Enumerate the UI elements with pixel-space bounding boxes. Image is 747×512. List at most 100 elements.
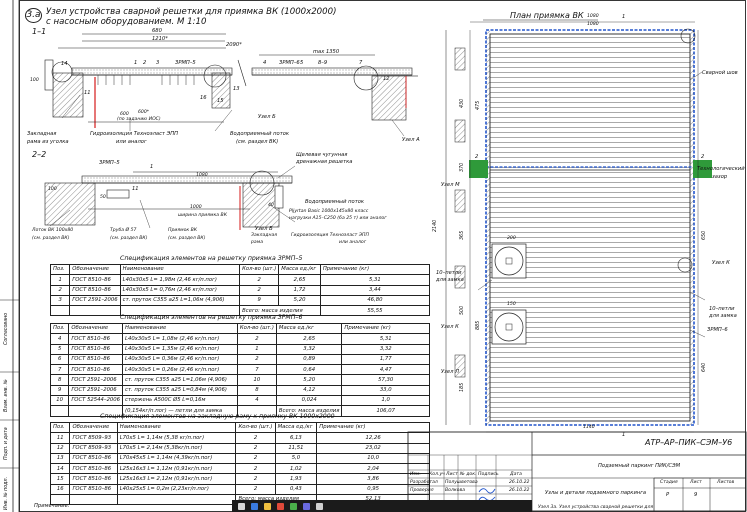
app-icon[interactable] [277,502,284,510]
spec6-r5-c5: 33,0 [341,384,430,397]
plan-mark-1b: 1 [622,432,626,438]
tag-12: 12 [383,76,390,82]
spec-zakl-table: Поз. Обозначение Наименование Кол-во (шт.) М… [49,421,430,506]
node-title: Узел устройства сварной решетки для прия… [46,7,337,17]
zakl-r4-c3: 2 [235,473,276,485]
zakl-r3-c1: ГОСТ 8510–86 [69,463,118,475]
zakl-r0-c0: 11 [49,432,71,444]
label-rama: рама [251,240,264,245]
spec5-total-value: 55,55 [319,305,431,317]
table-row: 2 ГОСТ 8510–86 L40х30х5 L= 0,76м (2,46 кг/… [49,284,431,296]
tb-project: Подземный паркинг ПИК/СЭМ [598,463,681,469]
spec6-r5-c0: 9 [49,384,70,397]
spec6-r2-c4: 0,89 [275,353,343,366]
tag-zrmp5-2: ЗРМП–5 [99,160,120,166]
plan-label-tech1: Технологический [697,166,745,172]
tag-13: 13 [233,86,240,92]
tb-node-title: Узел 3а. Узел устройства сварной решетки… [538,505,654,510]
tb-col-kol: Кол.уч [429,472,445,477]
spec6-r5-c1: ГОСТ 2591–2006 [68,384,124,397]
spec6-r6-c2: стержень А500С Ø5 L=0,16м [122,395,238,407]
zakl-r0-c1: ГОСТ 8509–93 [69,432,118,444]
plan-label-svarn: Сварной шов [702,70,738,76]
zakl-r2-c3: 2 [235,452,276,465]
node-mark: 3.a [25,8,42,23]
spec-zakl-title: Спецификация элементов на закладную раму… [100,413,335,420]
zakl-r3-c2: L25х16х3 L= 1,12м (0,91кг/п.пог) [116,463,237,475]
dim-100-a: 100 [30,78,39,83]
settings-icon[interactable] [316,502,323,510]
table-row: 3 ГОСТ 2591–2006 ст. пруток С355 а25 L=1,0… [49,294,431,307]
tb-stadiya-v: Р [666,492,670,498]
spec6-r0-c5: 5,31 [341,333,430,345]
zakl-r2-c2: L70х45х5 L= 1,14м (4,39кг/п.пог) [116,452,237,465]
label-po-zadaniyu: (по заданию ИОС) [117,117,161,122]
tb-listov-h: Листов [717,480,735,485]
spec6-r6-c5: 1,0 [341,395,430,407]
spec5-r1-c4: 1,72 [278,284,321,296]
start-icon[interactable] [238,502,245,510]
zakl-r3-c4: 1,02 [274,463,318,475]
spec5-r0-c3: 2 [239,274,280,286]
spec6-r1-c0: 5 [49,343,70,355]
label-pljyrtan: Pljyrtan Basic 1000х145х80 класс [289,209,369,214]
spec-zakl-h-oboz: Обозначение [69,421,118,434]
label-lotok-razdel: (см. раздел ВК) [32,236,70,241]
spec5-r1-c0: 2 [49,284,71,296]
browser-icon[interactable] [290,502,297,510]
spec6-r2-c2: L40х30х5 L= 0,36м (2,46 кг/п.пог) [122,353,238,366]
label-razdel-vk-1: (см. раздел ВК) [236,139,279,145]
spec6-h-name: Наименование [122,322,238,335]
spec6-h-oboz: Обозначение [68,322,124,335]
zakl-r2-c0: 13 [49,452,71,465]
spec-zakl-h-name: Наименование [116,421,237,434]
zakl-r5-c4: 0,43 [274,483,318,496]
plan-dim-150: 150 [507,302,516,307]
spec6-r0-c1: ГОСТ 8510–86 [68,333,124,345]
dim-40: 40 [268,203,274,208]
viewer-icon[interactable] [303,502,310,510]
spec5-h-kol: Кол-во (шт.) [239,263,280,276]
spec6-r6-c1: ГОСТ 52544–2006 [68,395,124,407]
spec5-title: Спецификация элементов на решетку приямк… [120,255,303,262]
dim-2090: 2090* [226,42,242,48]
stamp-soglasovano: Согласовано [4,312,9,345]
zakl-r1-c5: 23,02 [316,442,430,454]
spec6-r2-c0: 6 [49,353,70,366]
label-ili-analog-2: или аналог [339,240,367,245]
tag-5: 5 [300,60,304,66]
search-icon[interactable] [251,502,258,510]
spec6-r6-c0: 10 [49,395,70,407]
spec6-r0-c4: 2,65 [275,333,343,345]
label-zaklad-2: Закладная [251,233,278,238]
plan-dim-side-2: 370 [460,162,465,172]
spec5-h-name: Наименование [119,263,241,276]
spec6-r3-c2: L40х30х5 L= 0,26м (2,46 кг/п.пог) [122,364,238,376]
tag-zrmp5: ЗРМП–5 [175,60,196,66]
spec5-r2-c4: 5,20 [278,294,321,307]
plan-dim-side-7: 885 [476,320,481,330]
tb-stadiya-h: Стадия [660,480,678,485]
table-row: 6 ГОСТ 8510–86 L40х30х5 L= 0,36м (2,46 кг/… [49,353,430,366]
plan-dim-2140: 2140 [433,219,438,232]
plan-mark-1: 1 [622,14,626,20]
spec6-r4-c0: 8 [49,374,70,386]
plan-dim-side-8: 650 [702,230,707,240]
label-gidro-1: Гидроизоляция Техноэласт ЭПП [90,131,179,137]
tb-list-h: Лист [690,480,702,485]
zakl-r0-c3: 2 [235,432,276,444]
spec5-h-oboz: Обозначение [69,263,121,276]
tb-razrab-date: 26.10.22 [509,480,530,485]
folder-icon[interactable] [264,502,271,510]
spec6-r1-c4: 3,32 [275,343,343,355]
spec5-r0-c5: 5,31 [319,274,431,286]
plan-label-uzel-k-right: Узел К [712,260,730,266]
plan-label-uzel-k: Узел К [441,324,459,330]
spec5-r2-c3: 9 [239,294,280,307]
cut-label-1-1: 1–1 [32,27,47,36]
table-row: 1 ГОСТ 8510–86 L40х30х5 L= 1,98м (2,46 кг/… [49,274,431,286]
spec5-r2-c5: 46,80 [319,294,431,307]
tb-col-doc: № док. [460,472,477,477]
tag-7: 7 [359,60,363,66]
table-row: 5 ГОСТ 8510–86 L40х30х5 L= 1,35м (2,46 кг/… [49,343,430,355]
